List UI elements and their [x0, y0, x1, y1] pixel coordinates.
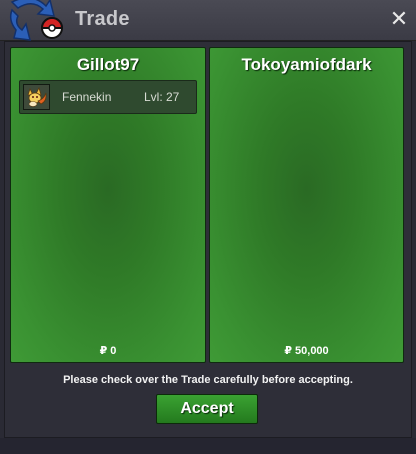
money-offer-left: ₽ 0: [99, 345, 117, 357]
pokemon-name: Fennekin: [62, 90, 112, 104]
money-offer-right: ₽ 50,000: [284, 345, 329, 357]
window-title: Trade: [75, 8, 130, 30]
their-offer-panel: Tokoyamiofdark ₽ 50,000: [209, 47, 404, 363]
player-name-right: Tokoyamiofdark: [241, 55, 372, 74]
trade-warning-message: Please check over the Trade carefully be…: [63, 374, 353, 386]
trade-window: Trade ✕ Gillot97 Fennekin Lvl: 27 ₽ 0 To…: [0, 0, 416, 454]
player-name-left: Gillot97: [76, 55, 140, 74]
close-icon[interactable]: ✕: [389, 8, 409, 30]
fennekin-icon: [23, 84, 50, 110]
accept-button[interactable]: Accept: [156, 394, 258, 424]
my-offer-panel: Gillot97 Fennekin Lvl: 27 ₽ 0: [10, 47, 206, 363]
title-bar[interactable]: Trade ✕: [0, 0, 416, 41]
bottom-bar: [0, 438, 416, 454]
pokemon-level: Lvl: 27: [144, 90, 180, 104]
trade-slot-fennekin[interactable]: Fennekin Lvl: 27: [19, 80, 197, 114]
pokeball-swap-icon: [2, 0, 70, 46]
